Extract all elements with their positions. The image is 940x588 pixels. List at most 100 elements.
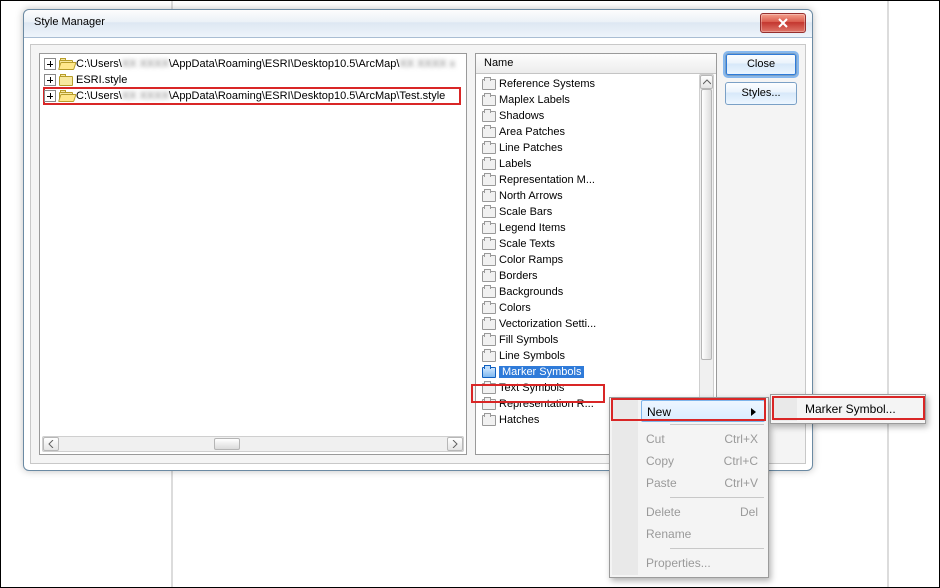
context-menu: New Cut Ctrl+XCopyCtrl+C Paste Ctrl+V DeleteD… <box>609 397 769 578</box>
list-item-label: Shadows <box>499 110 544 122</box>
menu-item-shortcut: Ctrl+V <box>724 472 758 494</box>
menu-item: Paste Ctrl+V <box>640 472 766 494</box>
folder-icon <box>482 303 496 314</box>
folder-icon <box>482 351 496 362</box>
folder-icon <box>482 383 496 394</box>
tree-item[interactable]: C:\Users\XX XXXX\AppData\Roaming\ESRI\De… <box>44 88 460 104</box>
folder-icon <box>482 415 496 426</box>
tree-item-label: C:\Users\XX XXXX\AppData\Roaming\ESRI\De… <box>76 58 455 70</box>
folder-icon <box>482 127 496 138</box>
menu-item-label: Paste <box>646 476 677 490</box>
folder-icon <box>482 79 496 90</box>
list-item[interactable]: Color Ramps <box>482 252 695 268</box>
chevron-right-icon <box>452 440 458 448</box>
folder-icon <box>482 111 496 122</box>
scroll-thumb[interactable] <box>701 89 712 360</box>
list-item[interactable]: Line Symbols <box>482 348 695 364</box>
tree-item[interactable]: C:\Users\XX XXXX\AppData\Roaming\ESRI\De… <box>44 56 460 72</box>
list-item-label: Line Symbols <box>499 350 565 362</box>
titlebar[interactable]: Style Manager <box>24 10 812 38</box>
menu-item[interactable]: Marker Symbol... <box>799 398 923 420</box>
window-close-button[interactable] <box>760 13 806 33</box>
folder-icon <box>482 335 496 346</box>
list-item-label: Maplex Labels <box>499 94 570 106</box>
chevron-left-icon <box>48 440 54 448</box>
menu-item-shortcut: Ctrl+X <box>724 428 758 450</box>
menu-item: Properties... <box>640 552 766 574</box>
list-item[interactable]: Scale Bars <box>482 204 695 220</box>
folder-open-icon <box>59 58 73 70</box>
menu-separator <box>670 497 764 498</box>
list-item-label: Backgrounds <box>499 286 563 298</box>
menu-separator <box>670 424 764 425</box>
list-item[interactable]: Labels <box>482 156 695 172</box>
list-item-label: Reference Systems <box>499 78 595 90</box>
folder-icon <box>482 143 496 154</box>
scroll-thumb[interactable] <box>214 438 240 450</box>
tree-horizontal-scrollbar[interactable] <box>42 436 464 452</box>
folder-icon <box>482 367 496 378</box>
expand-icon[interactable] <box>44 74 56 86</box>
list-item[interactable]: Maplex Labels <box>482 92 695 108</box>
tree-item[interactable]: ESRI.style <box>44 72 460 88</box>
list-item-label: Scale Texts <box>499 238 555 250</box>
tree-item-label: C:\Users\XX XXXX\AppData\Roaming\ESRI\De… <box>76 90 445 102</box>
style-tree-panel: C:\Users\XX XXXX\AppData\Roaming\ESRI\De… <box>39 53 467 455</box>
list-item-label: Fill Symbols <box>499 334 558 346</box>
menu-item-shortcut: Ctrl+C <box>724 450 758 472</box>
list-item[interactable]: North Arrows <box>482 188 695 204</box>
folder-icon <box>482 159 496 170</box>
menu-item-label: Rename <box>646 527 691 541</box>
list-item-label: Colors <box>499 302 531 314</box>
list-item[interactable]: Scale Texts <box>482 236 695 252</box>
folder-closed-icon <box>59 74 73 86</box>
menu-item: Cut Ctrl+X <box>640 428 766 450</box>
list-item[interactable]: Area Patches <box>482 124 695 140</box>
scroll-left-arrow[interactable] <box>43 437 59 451</box>
list-column-header[interactable]: Name <box>476 54 716 74</box>
menu-item-label: Cut <box>646 432 665 446</box>
folder-icon <box>482 399 496 410</box>
context-submenu: Marker Symbol... <box>770 394 926 424</box>
list-item[interactable]: Colors <box>482 300 695 316</box>
list-item[interactable]: Reference Systems <box>482 76 695 92</box>
list-item[interactable]: Vectorization Setti... <box>482 316 695 332</box>
list-item[interactable]: Fill Symbols <box>482 332 695 348</box>
scroll-up-arrow[interactable] <box>700 75 713 89</box>
expand-icon[interactable] <box>44 90 56 102</box>
window-title: Style Manager <box>34 16 105 28</box>
list-item[interactable]: Shadows <box>482 108 695 124</box>
list-item-label: Representation R... <box>499 398 594 410</box>
close-button[interactable]: Close <box>725 53 797 76</box>
list-item[interactable]: Representation M... <box>482 172 695 188</box>
menu-item[interactable]: New <box>641 400 765 422</box>
menu-item-label: Properties... <box>646 556 711 570</box>
list-item[interactable]: Borders <box>482 268 695 284</box>
chevron-up-icon <box>703 79 711 85</box>
menu-separator <box>670 548 764 549</box>
scroll-right-arrow[interactable] <box>447 437 463 451</box>
menu-item: DeleteDel <box>640 501 766 523</box>
folder-icon <box>482 287 496 298</box>
folder-icon <box>482 319 496 330</box>
styles-button[interactable]: Styles... <box>725 82 797 105</box>
list-item[interactable]: Line Patches <box>482 140 695 156</box>
folder-icon <box>482 271 496 282</box>
close-icon <box>778 18 788 28</box>
list-item[interactable]: Backgrounds <box>482 284 695 300</box>
folder-icon <box>482 175 496 186</box>
list-item-label: North Arrows <box>499 190 563 202</box>
menu-item-shortcut: Del <box>740 501 758 523</box>
tree-item-label: ESRI.style <box>76 74 127 86</box>
list-item[interactable]: Marker Symbols <box>482 364 695 380</box>
list-vertical-scrollbar[interactable] <box>699 74 714 452</box>
folder-icon <box>482 239 496 250</box>
list-item[interactable]: Legend Items <box>482 220 695 236</box>
list-item-label: Borders <box>499 270 538 282</box>
list-item[interactable]: Text Symbols <box>482 380 695 396</box>
list-item-label: Labels <box>499 158 531 170</box>
menu-item: CopyCtrl+C <box>640 450 766 472</box>
menu-item-label: New <box>647 405 671 419</box>
expand-icon[interactable] <box>44 58 56 70</box>
list-item-label: Representation M... <box>499 174 595 186</box>
